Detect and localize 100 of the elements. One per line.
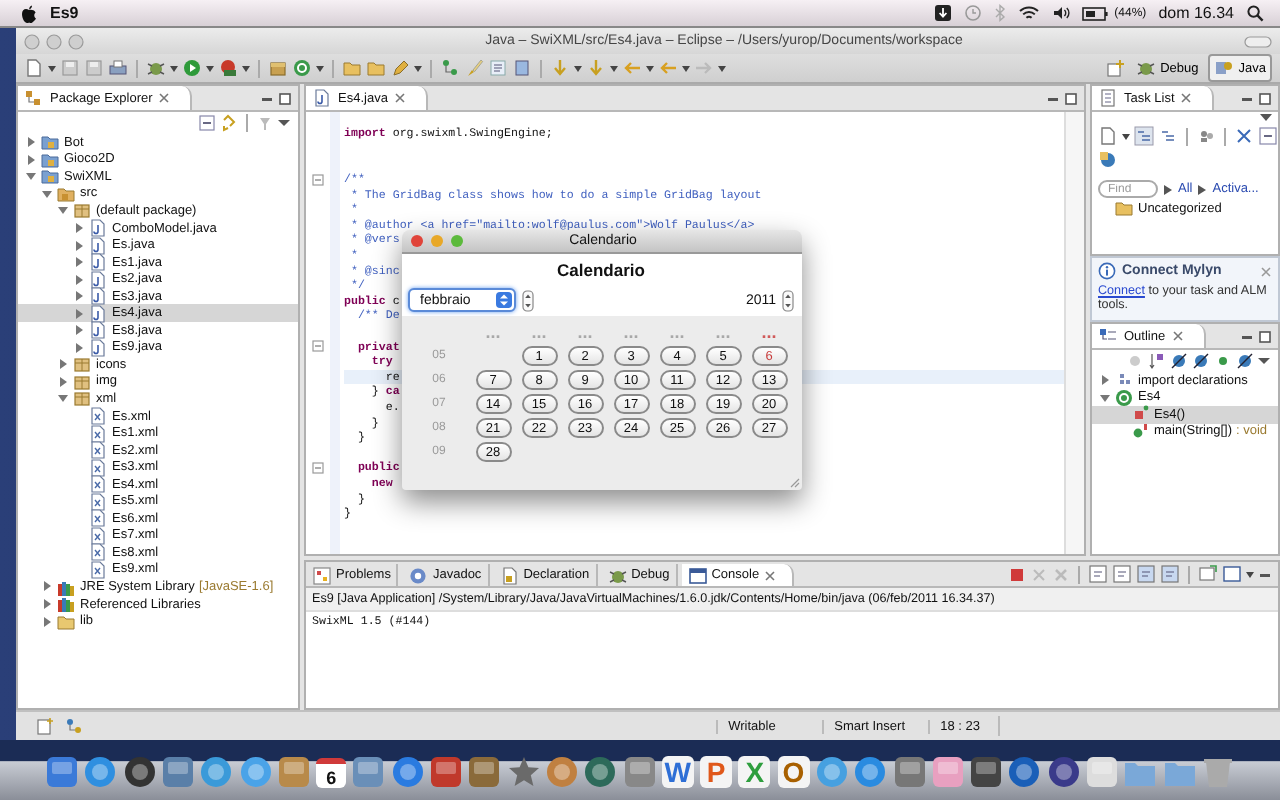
clock-icon[interactable] [964, 4, 983, 22]
collapse-all-icon[interactable] [198, 114, 216, 132]
disclosure-triangle-icon[interactable] [74, 273, 84, 286]
disclosure-triangle-icon[interactable] [74, 290, 84, 303]
scroll-lock-icon[interactable] [1112, 564, 1132, 584]
app-icon[interactable] [430, 756, 463, 788]
apple-icon[interactable] [20, 3, 38, 23]
maximize-icon[interactable] [1258, 91, 1272, 105]
app-icon[interactable] [468, 756, 501, 788]
sort-icon[interactable] [1148, 352, 1166, 370]
download-icon[interactable] [934, 4, 953, 22]
disclosure-triangle-icon[interactable] [74, 239, 84, 252]
package-icon[interactable] [268, 58, 288, 78]
disclosure-triangle-icon[interactable] [74, 307, 84, 320]
month-stepper[interactable] [522, 289, 534, 311]
app-icon[interactable] [584, 756, 617, 788]
hide-fields-icon[interactable] [1126, 352, 1144, 370]
fast-view-icon[interactable] [36, 716, 56, 736]
letter-icon[interactable]: O [777, 756, 810, 788]
clear-console-icon[interactable] [1088, 564, 1108, 584]
disclosure-triangle-icon[interactable] [42, 615, 52, 628]
app-icon[interactable] [1008, 756, 1041, 788]
document-icon[interactable] [24, 58, 44, 78]
disclosure-triangle-icon[interactable] [74, 256, 84, 269]
app-icon[interactable] [854, 756, 887, 788]
star-icon[interactable] [507, 756, 540, 788]
display-icon[interactable] [1160, 564, 1180, 584]
close-icon[interactable] [393, 92, 406, 104]
resize-grip-icon[interactable] [788, 476, 800, 488]
app-icon[interactable] [352, 756, 385, 788]
play-icon[interactable] [182, 58, 202, 78]
app-icon[interactable] [931, 756, 964, 788]
app-icon[interactable] [623, 756, 655, 788]
app-icon[interactable] [123, 756, 156, 788]
open-perspective-icon[interactable] [1106, 58, 1127, 78]
pin-icon[interactable] [1136, 564, 1156, 584]
hierarchy-icon[interactable] [440, 58, 460, 78]
maximize-icon[interactable] [1258, 329, 1272, 343]
terminate-icon[interactable] [1008, 565, 1026, 583]
disclosure-triangle-icon[interactable] [74, 222, 84, 234]
disclosure-triangle-icon[interactable] [26, 136, 36, 149]
hierarchy-icon[interactable] [64, 716, 84, 736]
maximize-icon[interactable] [1064, 91, 1078, 105]
trash-icon[interactable] [1201, 756, 1234, 788]
fold-toggle-icon[interactable] [312, 173, 324, 186]
repository-icon[interactable] [1098, 150, 1118, 170]
disclosure-triangle-icon[interactable] [58, 375, 68, 388]
app-icon[interactable] [893, 756, 926, 788]
close-icon[interactable] [763, 569, 776, 581]
disclosure-triangle-icon[interactable] [58, 204, 68, 217]
disclosure-triangle-icon[interactable] [42, 187, 52, 200]
search-icon[interactable] [1246, 4, 1264, 22]
close-icon[interactable] [158, 92, 171, 104]
fold-toggle-icon[interactable] [312, 461, 324, 474]
app-icon[interactable] [46, 756, 79, 788]
hide-static-icon[interactable] [1236, 352, 1254, 370]
letter-icon[interactable]: W [661, 756, 694, 788]
app-icon[interactable] [277, 756, 310, 788]
bug-icon[interactable] [146, 58, 166, 78]
app-icon[interactable] [970, 756, 1003, 788]
app-menu[interactable]: Es9 [50, 4, 79, 22]
battery-icon[interactable] [1082, 5, 1109, 21]
app-icon[interactable] [200, 756, 233, 788]
scheduled-icon[interactable] [1158, 126, 1178, 146]
year-stepper[interactable] [782, 289, 794, 311]
menu-bar-clock[interactable]: dom 16.34 [1158, 4, 1234, 22]
dot-icon[interactable] [1214, 352, 1232, 370]
disclosure-triangle-icon[interactable] [1100, 391, 1110, 404]
close-icon[interactable] [1180, 92, 1193, 104]
external-tool-icon[interactable] [218, 58, 238, 78]
disclosure-triangle-icon[interactable] [74, 324, 84, 337]
collapse-all-icon[interactable] [1258, 126, 1278, 146]
disclosure-triangle-icon[interactable] [26, 170, 36, 183]
hide-static-icon[interactable] [1170, 352, 1188, 370]
disclosure-triangle-icon[interactable] [58, 358, 68, 371]
disclosure-triangle-icon[interactable] [42, 598, 52, 611]
app-icon[interactable] [84, 756, 117, 788]
maximize-icon[interactable] [278, 91, 292, 105]
open-console-icon[interactable] [1198, 564, 1218, 584]
close-icon[interactable] [1260, 265, 1272, 277]
link-icon[interactable] [220, 114, 238, 132]
toolbar-toggle-icon[interactable] [1244, 35, 1272, 47]
people-icon[interactable] [1196, 126, 1216, 146]
pencil-icon[interactable] [390, 58, 410, 78]
app-icon[interactable] [161, 756, 194, 788]
app-icon[interactable] [815, 756, 848, 788]
hide-static-icon[interactable] [1192, 352, 1210, 370]
fold-toggle-icon[interactable] [312, 340, 324, 353]
view-menu-icon[interactable] [1258, 352, 1270, 370]
app-icon[interactable] [239, 756, 272, 788]
disclosure-triangle-icon[interactable] [74, 341, 84, 354]
remove-icon[interactable] [1234, 126, 1254, 146]
volume-icon[interactable] [1052, 4, 1071, 22]
page-icon[interactable] [512, 58, 532, 78]
calendar-icon[interactable]: 6 [316, 757, 347, 787]
display-icon[interactable] [1222, 564, 1242, 584]
disclosure-triangle-icon[interactable] [26, 153, 36, 166]
app-icon[interactable] [1086, 756, 1119, 788]
app-icon[interactable] [391, 756, 424, 788]
disclosure-triangle-icon[interactable] [42, 580, 52, 593]
